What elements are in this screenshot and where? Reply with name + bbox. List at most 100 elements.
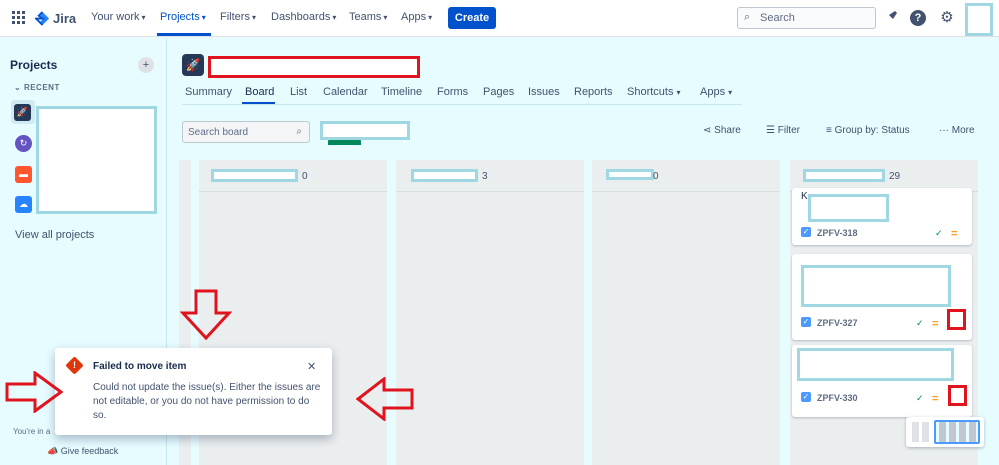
add-project-button[interactable]: + (138, 57, 154, 73)
redacted-column-title (606, 169, 654, 180)
task-type-icon: ✓ (801, 392, 811, 402)
more-icon: ··· (939, 125, 952, 136)
box-project-icon[interactable]: ▬ (15, 166, 32, 183)
issue-key[interactable]: ZPFV-330 (817, 393, 858, 403)
app-switcher-icon[interactable] (12, 11, 25, 24)
board-search-input[interactable]: Search board ⌕ (182, 121, 310, 143)
settings-icon[interactable]: ⚙ (938, 9, 956, 27)
task-type-icon: ✓ (801, 227, 811, 237)
group-by-button[interactable]: ≡ Group by: Status (826, 125, 910, 136)
task-type-icon: ✓ (801, 317, 811, 327)
priority-medium-icon: = (932, 393, 939, 405)
chevron-down-icon: ▾ (201, 13, 206, 22)
rocket-project-icon[interactable]: 🚀 (14, 104, 31, 121)
active-nav-indicator (157, 33, 211, 36)
annotation-arrow-down (180, 289, 232, 341)
done-check-icon: ✓ (935, 228, 943, 238)
issue-key[interactable]: ZPFV-327 (817, 318, 858, 328)
card-partial-text: K (801, 191, 808, 202)
search-placeholder: Search (760, 12, 795, 24)
global-search-input[interactable]: ⌕ Search (737, 7, 876, 29)
done-check-icon: ✓ (916, 318, 924, 328)
redacted-avatar[interactable] (965, 3, 993, 36)
column-count: 29 (889, 171, 901, 182)
nav-your-work[interactable]: Your work ▾ (91, 11, 146, 23)
share-icon: ⋖ (703, 125, 715, 136)
priority-medium-icon: = (951, 228, 958, 240)
nav-dashboards[interactable]: Dashboards ▾ (271, 11, 336, 23)
redacted-assignee-avatar (947, 309, 966, 330)
redacted-project-title (208, 56, 420, 78)
share-button[interactable]: ⋖ Share (703, 125, 741, 136)
tab-forms[interactable]: Forms (437, 86, 468, 98)
close-icon[interactable]: ✕ (307, 360, 316, 373)
minimap-column (922, 422, 929, 442)
chevron-down-icon: ▾ (141, 13, 146, 22)
redacted-assignee-filter (320, 121, 410, 140)
minimap-column (912, 422, 919, 442)
error-toast: ! Failed to move item ✕ Could not update… (55, 348, 332, 435)
megaphone-icon: 📣 (47, 446, 61, 456)
board-column-2 (396, 160, 584, 465)
tab-list[interactable]: List (290, 86, 307, 98)
tabs-divider (182, 104, 742, 105)
chevron-down-icon: ▾ (428, 13, 433, 22)
chevron-down-icon: ▾ (728, 88, 733, 97)
filter-icon: ☰ (766, 125, 778, 136)
issue-key[interactable]: ZPFV-318 (817, 228, 858, 238)
tab-issues[interactable]: Issues (528, 86, 560, 98)
nav-filters[interactable]: Filters ▾ (220, 11, 256, 23)
toast-title: Failed to move item (93, 361, 187, 372)
minimap-column (939, 422, 946, 442)
list-icon: ≡ (826, 125, 835, 136)
redacted-column-title (211, 169, 298, 182)
tab-pages[interactable]: Pages (483, 86, 514, 98)
jira-logo-icon (35, 10, 50, 26)
minimap-column (949, 422, 956, 442)
board-column-3 (592, 160, 780, 465)
jira-logo[interactable]: Jira (35, 9, 76, 27)
minimap-column (959, 422, 966, 442)
tab-timeline[interactable]: Timeline (381, 86, 422, 98)
chevron-down-icon: ▾ (332, 13, 337, 22)
column-count: 0 (653, 171, 659, 182)
chevron-down-icon: ▾ (383, 13, 388, 22)
priority-medium-icon: = (932, 318, 939, 330)
more-button[interactable]: ··· More (939, 125, 975, 136)
done-check-icon: ✓ (916, 393, 924, 403)
redacted-column-title (411, 169, 478, 182)
notifications-icon[interactable] (883, 9, 901, 27)
cloud-project-icon[interactable]: ☁ (15, 196, 32, 213)
chevron-down-icon: ▾ (251, 13, 256, 22)
annotation-arrow-right (5, 371, 63, 413)
help-icon[interactable]: ? (910, 10, 926, 26)
project-avatar: 🚀 (182, 54, 204, 76)
nav-teams[interactable]: Teams ▾ (349, 11, 387, 23)
tab-apps[interactable]: Apps ▾ (700, 86, 732, 98)
redacted-card-title (808, 194, 889, 222)
active-tab-indicator (242, 102, 275, 104)
filter-button[interactable]: ☰ Filter (766, 125, 800, 136)
nav-projects[interactable]: Projects ▾ (160, 11, 206, 23)
minimap-column (969, 422, 976, 442)
tab-board[interactable]: Board (245, 86, 274, 98)
sync-project-icon[interactable]: ↻ (15, 135, 32, 152)
redacted-column-title (803, 169, 885, 182)
sidebar-footer-text: You're in a (13, 427, 51, 436)
sidebar-title: Projects (10, 58, 58, 72)
recent-section-toggle[interactable]: ⌄ RECENT (14, 83, 60, 92)
nav-apps[interactable]: Apps ▾ (401, 11, 432, 23)
chevron-down-icon: ▾ (676, 88, 681, 97)
tab-summary[interactable]: Summary (185, 86, 232, 98)
redacted-card-title (801, 265, 951, 307)
create-button[interactable]: Create (448, 7, 496, 29)
tab-reports[interactable]: Reports (574, 86, 613, 98)
annotation-arrow-left (356, 377, 414, 421)
top-navigation-bar: Jira Your work ▾ Projects ▾ Filters ▾ Dashb… (0, 0, 999, 37)
board-minimap[interactable] (906, 417, 984, 447)
column-count: 0 (302, 171, 308, 182)
view-all-projects-link[interactable]: View all projects (15, 229, 94, 241)
tab-shortcuts[interactable]: Shortcuts ▾ (627, 86, 680, 98)
give-feedback-link[interactable]: 📣 Give feedback (47, 446, 118, 457)
tab-calendar[interactable]: Calendar (323, 86, 368, 98)
